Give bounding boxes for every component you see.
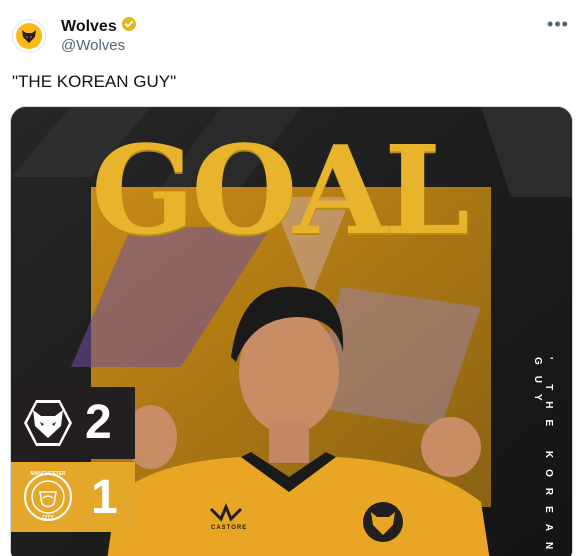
- wolves-crest-icon: [24, 400, 72, 446]
- avatar[interactable]: [12, 19, 46, 53]
- away-crest-text-top: MANCHESTER: [30, 471, 66, 477]
- goal-headline: GOAL: [91, 118, 470, 262]
- tweet: Wolves @Wolves ••• "THE KOREAN GUY" GOAL…: [0, 0, 583, 556]
- home-score: 2: [85, 396, 112, 449]
- display-name[interactable]: Wolves: [61, 18, 117, 36]
- wolves-logo-icon: [16, 23, 42, 49]
- away-score: 1: [91, 471, 118, 524]
- side-caption: ' THE KOREAN GUY: [532, 357, 554, 556]
- more-options-button[interactable]: •••: [543, 12, 573, 36]
- tweet-media-image[interactable]: GOAL ' THE KOREAN GUY CASTORE 2 MANCHEST…: [10, 106, 573, 556]
- home-score-panel: 2: [11, 387, 135, 459]
- sponsor-text: CASTORE: [211, 525, 248, 531]
- verified-badge-icon: [121, 16, 137, 37]
- handle[interactable]: @Wolves: [61, 37, 125, 54]
- away-crest-text-bottom: CITY: [42, 515, 54, 521]
- away-score-panel: MANCHESTER CITY 1: [11, 462, 135, 532]
- tweet-text: "THE KOREAN GUY": [12, 72, 177, 91]
- name-row: Wolves: [61, 16, 137, 37]
